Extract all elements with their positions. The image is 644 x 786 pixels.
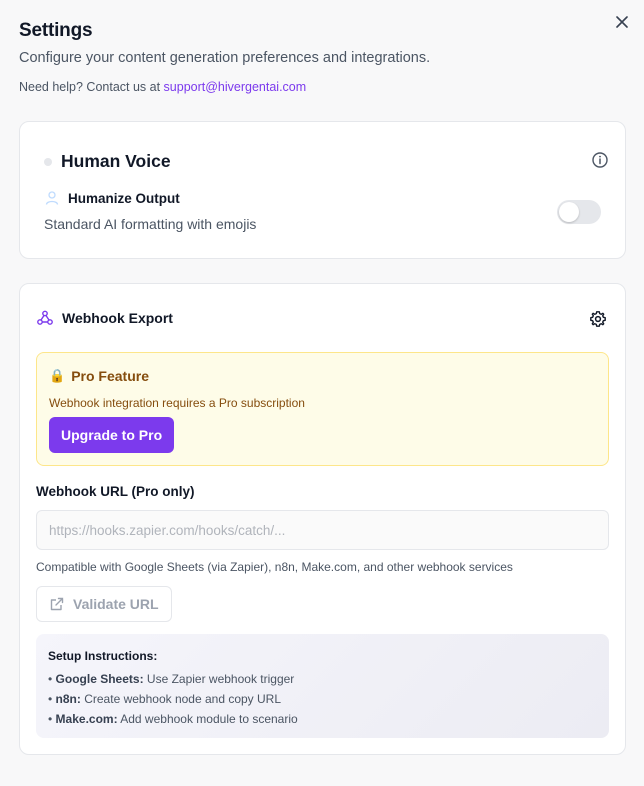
setup-instructions: Setup Instructions: • Google Sheets: Use…	[36, 634, 609, 738]
validate-url-label: Validate URL	[73, 596, 159, 612]
close-button[interactable]	[612, 12, 632, 32]
webhook-export-card: Webhook Export 🔒 Pro Feature Webhook int…	[19, 283, 626, 755]
humanize-output-row: Humanize Output	[44, 190, 180, 206]
setup-instructions-title: Setup Instructions:	[48, 649, 158, 663]
setup-item-text: Add webhook module to scenario	[117, 712, 298, 726]
user-icon	[45, 191, 59, 205]
settings-header: Settings Configure your content generati…	[19, 20, 604, 94]
pro-feature-description: Webhook integration requires a Pro subsc…	[49, 396, 305, 410]
page-subtitle: Configure your content generation prefer…	[19, 50, 431, 66]
humanize-output-label: Humanize Output	[68, 190, 180, 206]
setup-item-name: n8n:	[55, 692, 81, 706]
pro-feature-title: Pro Feature	[71, 368, 149, 384]
toggle-knob	[559, 202, 579, 222]
webhook-icon	[37, 310, 53, 325]
status-dot	[44, 157, 52, 166]
support-email-link[interactable]: support@hivergentai.com	[164, 80, 307, 94]
compatibility-text: Compatible with Google Sheets (via Zapie…	[36, 560, 513, 574]
webhook-url-input[interactable]	[36, 510, 609, 550]
setup-item-make: • Make.com: Add webhook module to scenar…	[48, 712, 298, 726]
setup-item-google-sheets: • Google Sheets: Use Zapier webhook trig…	[48, 672, 295, 686]
external-link-icon	[50, 597, 64, 611]
help-prefix: Need help? Contact us at	[19, 80, 164, 94]
setup-item-name: Google Sheets:	[55, 672, 144, 686]
setup-item-n8n: • n8n: Create webhook node and copy URL	[48, 692, 282, 706]
close-icon	[616, 16, 628, 28]
help-text: Need help? Contact us at support@hiverge…	[19, 80, 604, 94]
upgrade-to-pro-button[interactable]: Upgrade to Pro	[49, 417, 175, 453]
webhook-header: Webhook Export	[36, 309, 173, 327]
humanize-output-toggle[interactable]	[557, 200, 601, 224]
human-voice-title: Human Voice	[61, 151, 171, 171]
webhook-url-label: Webhook URL (Pro only)	[36, 484, 195, 499]
validate-url-button[interactable]: Validate URL	[36, 586, 172, 622]
humanize-output-description: Standard AI formatting with emojis	[44, 216, 257, 232]
setup-item-text: Create webhook node and copy URL	[80, 692, 282, 706]
info-icon[interactable]	[591, 151, 609, 169]
human-voice-card: Human Voice Humanize Output Standard AI …	[19, 121, 626, 259]
setup-item-text: Use Zapier webhook trigger	[143, 672, 295, 686]
setup-item-name: Make.com:	[55, 712, 118, 726]
pro-feature-heading: 🔒 Pro Feature	[49, 368, 149, 384]
page-title: Settings	[19, 20, 93, 41]
webhook-title: Webhook Export	[62, 310, 173, 326]
pro-feature-box: 🔒 Pro Feature Webhook integration requir…	[36, 352, 609, 466]
lock-icon: 🔒	[49, 368, 66, 383]
human-voice-header: Human Voice	[44, 151, 171, 172]
gear-icon[interactable]	[589, 310, 607, 328]
